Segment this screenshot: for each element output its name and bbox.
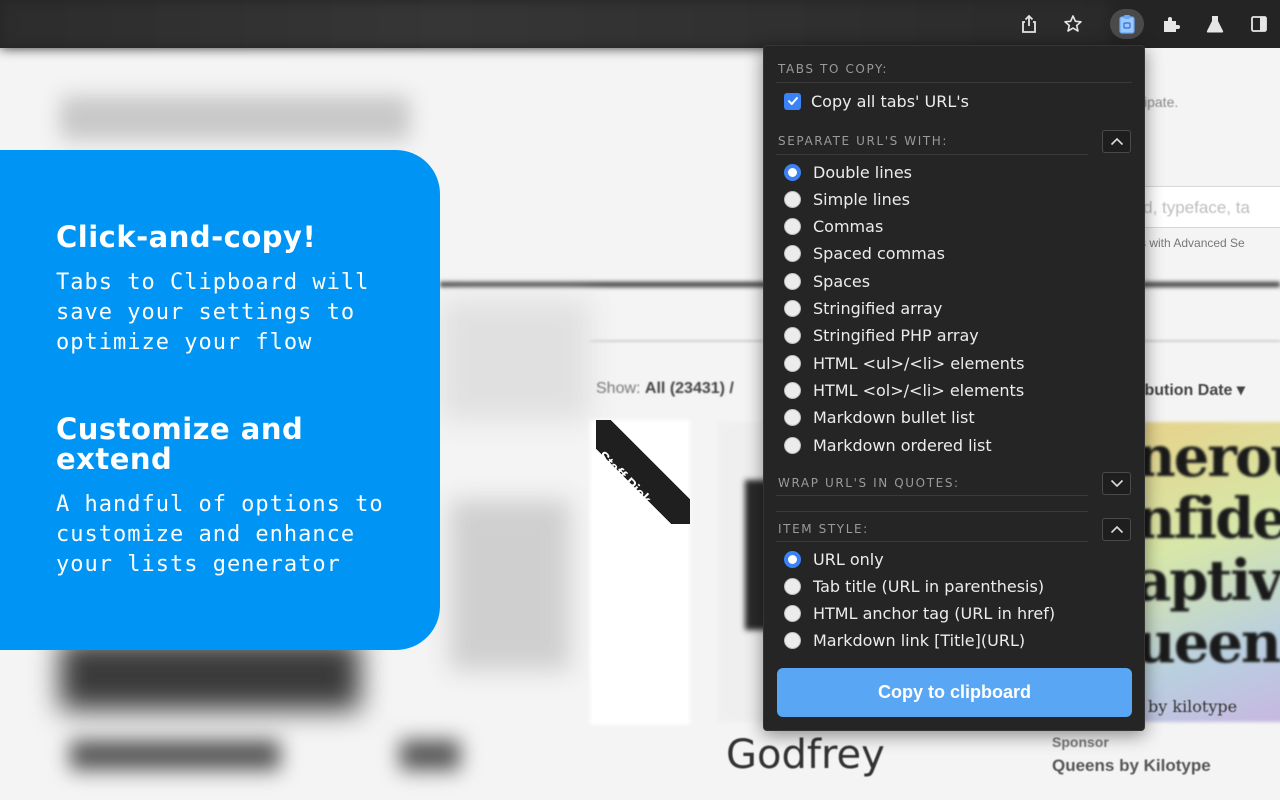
promo-heading-click-and-copy: Click-and-copy! — [56, 220, 317, 254]
separator-radio[interactable] — [784, 190, 801, 208]
separator-radio[interactable] — [784, 354, 801, 372]
item-style-option-label: HTML anchor tag (URL in href) — [813, 604, 1056, 624]
separator-option[interactable]: Spaces — [784, 270, 870, 292]
tabs-to-copy-title: TABS TO COPY: — [778, 62, 889, 76]
item-style-option-label: URL only — [813, 549, 884, 569]
separator-option-label: Commas — [813, 217, 884, 237]
separator-option[interactable]: Markdown ordered list — [784, 434, 992, 456]
separator-option[interactable]: HTML <ol>/<li> elements — [784, 379, 1024, 401]
section-divider — [776, 511, 1088, 512]
separator-option-label: HTML <ol>/<li> elements — [813, 380, 1025, 400]
site-search-placeholder: ord, typeface, ta — [1128, 198, 1250, 217]
browser-omnibox-blurred — [0, 0, 1110, 48]
promo-heading-customize: Customize and extend — [56, 412, 304, 476]
separator-option[interactable]: Markdown bullet list — [784, 407, 975, 429]
promo-text-options: A handful of options to customize and en… — [56, 492, 384, 577]
item-style-radio[interactable] — [784, 605, 801, 623]
star-icon[interactable] — [1058, 9, 1088, 39]
section-divider — [776, 82, 1132, 83]
section-divider — [776, 541, 1088, 542]
show-label: Show: — [596, 380, 641, 397]
item-style-title: ITEM STYLE: — [778, 522, 869, 536]
separator-radio[interactable] — [784, 218, 801, 236]
separator-option-label: HTML <ul>/<li> elements — [813, 353, 1025, 373]
show-filter[interactable]: Show: All (23431) / — [596, 380, 734, 398]
separator-option[interactable]: Simple lines — [784, 188, 910, 210]
puzzle-icon[interactable] — [1156, 9, 1186, 39]
tabs-to-clipboard-popup: TABS TO COPY: Copy all tabs' URL's SEPAR… — [763, 45, 1145, 731]
blurred-block — [70, 740, 280, 770]
section-divider — [776, 495, 1088, 496]
share-icon[interactable] — [1014, 9, 1044, 39]
item-style-option[interactable]: Markdown link [Title](URL) — [784, 630, 1025, 652]
font-card-3-brand: by kilotype — [1148, 697, 1238, 716]
separator-radio[interactable] — [784, 409, 801, 427]
separator-radio[interactable] — [784, 300, 801, 317]
site-logo — [60, 96, 410, 140]
blurred-block — [440, 300, 590, 420]
separator-option-label: Markdown ordered list — [813, 435, 992, 455]
separator-option-label: Markdown bullet list — [813, 408, 975, 428]
side-panel-icon[interactable] — [1244, 9, 1274, 39]
font-card-3-specimen: nerou nfider aptiv ueen — [1135, 426, 1280, 674]
separator-option-label: Spaces — [813, 271, 871, 291]
item-style-option[interactable]: Tab title (URL in parenthesis) — [784, 575, 1044, 597]
separator-option[interactable]: Spaced commas — [784, 243, 945, 265]
sponsor-label: Sponsor — [1052, 734, 1109, 750]
separator-option[interactable]: Stringified array — [784, 298, 942, 320]
specimen-line-4: ueen — [1135, 610, 1280, 676]
blurred-block — [400, 740, 460, 770]
specimen-line-3: aptiv — [1135, 548, 1280, 614]
item-style-radio[interactable] — [784, 577, 801, 595]
separator-radio[interactable] — [784, 163, 801, 181]
font-name-godfrey[interactable]: Godfrey — [726, 732, 885, 778]
copy-to-clipboard-button[interactable]: Copy to clipboard — [777, 668, 1132, 717]
separator-option-label: Simple lines — [813, 189, 910, 209]
separator-option-label: Double lines — [813, 162, 912, 182]
promo-text-settings: Tabs to Clipboard will save your setting… — [56, 270, 370, 355]
section-divider — [776, 154, 1088, 155]
check-icon — [787, 97, 798, 105]
separator-option-label: Spaced commas — [813, 244, 945, 264]
item-style-option[interactable]: URL only — [784, 548, 884, 570]
specimen-line-2: nfider — [1135, 486, 1280, 552]
item-style-option-label: Markdown link [Title](URL) — [813, 631, 1026, 651]
separator-radio[interactable] — [784, 245, 801, 263]
blurred-block — [60, 640, 360, 710]
chevron-up-icon — [1110, 137, 1123, 146]
separator-radio[interactable] — [784, 272, 801, 290]
separate-urls-title: SEPARATE URL'S WITH: — [778, 134, 949, 148]
sort-dropdown[interactable]: ibution Date ▾ — [1140, 380, 1245, 400]
copy-all-tabs-label: Copy all tabs' URL's — [811, 91, 969, 111]
advanced-search-link[interactable]: ms with Advanced Se — [1130, 236, 1245, 250]
separator-option-label: Stringified PHP array — [813, 326, 979, 346]
quotes-expand-button[interactable] — [1102, 472, 1131, 495]
chevron-down-icon — [1110, 479, 1123, 488]
blurred-card — [450, 500, 570, 670]
wrap-quotes-title: WRAP URL'S IN QUOTES: — [778, 476, 960, 490]
item-style-radio[interactable] — [784, 632, 801, 650]
separator-option[interactable]: Stringified PHP array — [784, 325, 979, 347]
separator-radio[interactable] — [784, 327, 801, 345]
item-style-radio[interactable] — [784, 550, 801, 568]
separator-collapse-button[interactable] — [1102, 130, 1131, 153]
specimen-line-1: nerou — [1135, 424, 1280, 490]
separator-option[interactable]: Double lines — [784, 161, 912, 183]
item-style-collapse-button[interactable] — [1102, 518, 1131, 541]
chevron-up-icon — [1110, 525, 1123, 534]
separator-option-label: Stringified array — [813, 299, 943, 318]
item-style-option-label: Tab title (URL in parenthesis) — [813, 576, 1045, 596]
separator-option[interactable]: Commas — [784, 216, 883, 238]
copy-all-tabs-option[interactable]: Copy all tabs' URL's — [784, 90, 969, 112]
copy-all-tabs-checkbox[interactable] — [784, 92, 801, 110]
separator-radio[interactable] — [784, 436, 801, 454]
sponsor-title-link[interactable]: Queens by Kilotype — [1052, 756, 1211, 776]
tabs-to-clipboard-icon[interactable] — [1110, 9, 1144, 39]
promo-card: Click-and-copy! Tabs to Clipboard will s… — [0, 150, 440, 650]
lab-flask-icon[interactable] — [1200, 9, 1230, 39]
item-style-option[interactable]: HTML anchor tag (URL in href) — [784, 603, 1055, 625]
show-value: All (23431) / — [644, 380, 734, 397]
separator-option[interactable]: HTML <ul>/<li> elements — [784, 352, 1025, 374]
separator-radio[interactable] — [784, 381, 801, 399]
